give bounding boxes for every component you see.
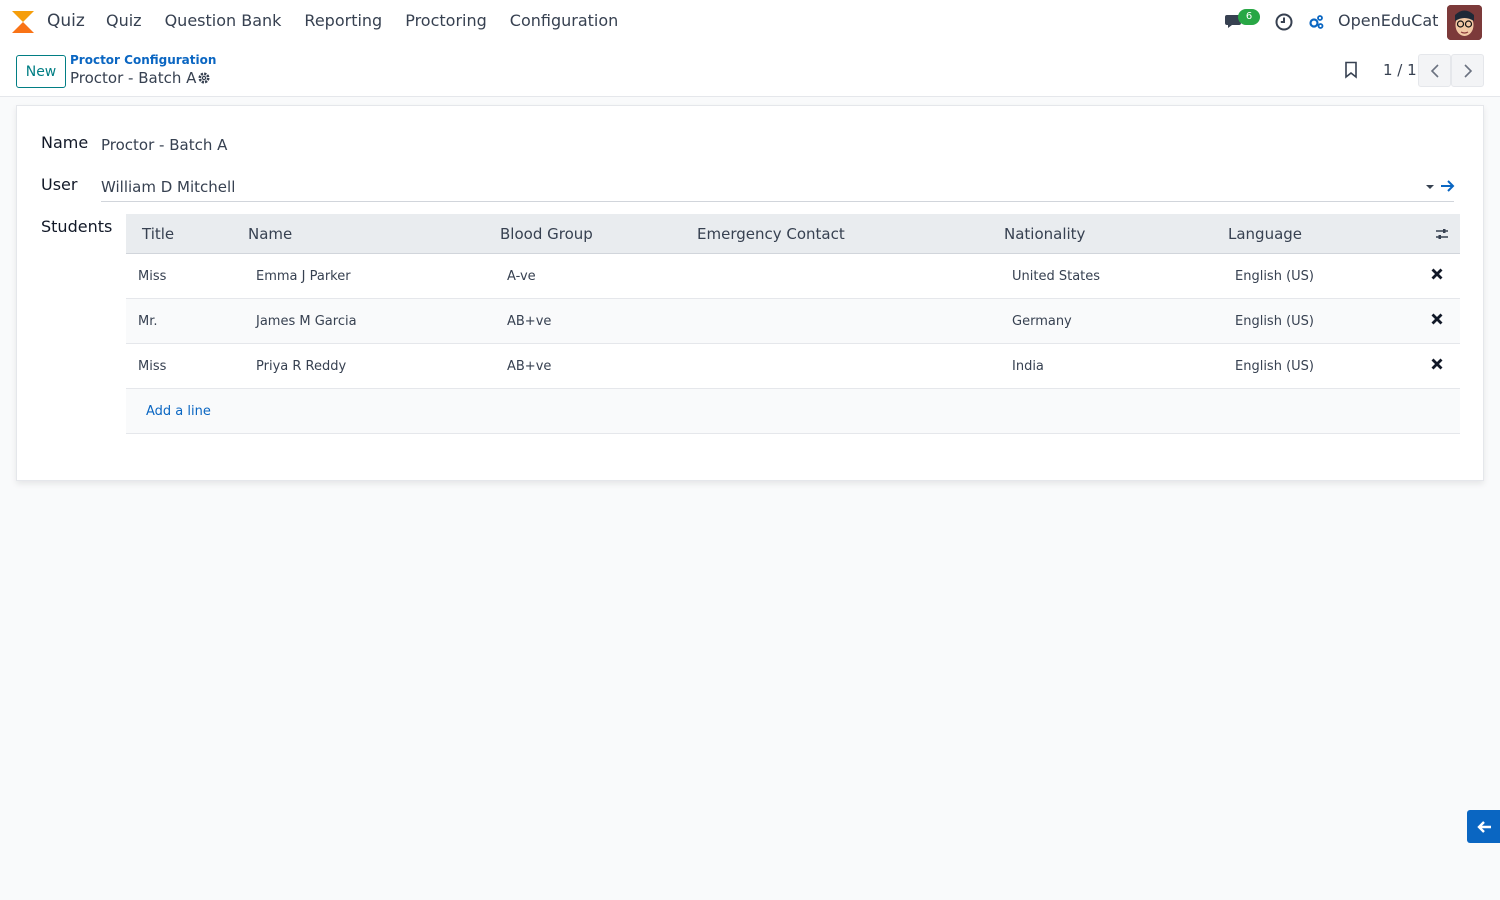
menu-item-question-bank[interactable]: Question Bank [165, 11, 282, 30]
column-settings-icon[interactable] [1434, 226, 1450, 242]
company-switcher[interactable]: OpenEduCat [1338, 11, 1438, 30]
name-field[interactable]: Proctor - Batch A [101, 136, 227, 154]
chevron-left-icon [1430, 63, 1439, 78]
column-header-nationality[interactable]: Nationality [1004, 225, 1085, 243]
table-row[interactable]: Miss Priya R Reddy AB+ve India English (… [126, 344, 1460, 389]
top-navbar: Quiz Quiz Question Bank Reporting Procto… [0, 0, 1500, 44]
delete-icon[interactable] [1430, 357, 1444, 371]
table-header: Title Name Blood Group Emergency Contact… [126, 214, 1460, 254]
cell-nationality: India [1012, 359, 1044, 374]
chatter-toggle-button[interactable] [1467, 810, 1500, 843]
user-field-underline [101, 201, 1454, 202]
cell-title: Miss [138, 359, 167, 374]
column-header-name[interactable]: Name [248, 225, 292, 243]
chat-badge: 6 [1238, 9, 1260, 25]
delete-icon[interactable] [1430, 267, 1444, 281]
breadcrumb-parent-link[interactable]: Proctor Configuration [70, 53, 216, 67]
menu-item-proctoring[interactable]: Proctoring [405, 11, 487, 30]
gear-icon[interactable] [197, 71, 211, 85]
user-avatar[interactable] [1447, 5, 1482, 40]
cell-language: English (US) [1235, 314, 1314, 329]
pager-next-button[interactable] [1451, 54, 1484, 87]
cell-blood-group: AB+ve [507, 359, 552, 374]
menu-item-configuration[interactable]: Configuration [510, 11, 619, 30]
main-menu: Quiz Question Bank Reporting Proctoring … [106, 11, 641, 30]
cell-name: James M Garcia [256, 314, 357, 329]
column-header-blood-group[interactable]: Blood Group [500, 225, 593, 243]
pager-previous-button[interactable] [1418, 54, 1451, 87]
table-row[interactable]: Mr. James M Garcia AB+ve Germany English… [126, 299, 1460, 344]
students-label: Students [41, 217, 113, 236]
table-body: Miss Emma J Parker A-ve United States En… [126, 254, 1460, 389]
quiz-logo-icon[interactable] [10, 9, 36, 35]
user-field[interactable]: William D Mitchell [101, 178, 235, 196]
new-button[interactable]: New [16, 55, 66, 88]
arrow-left-icon [1476, 820, 1491, 833]
dropdown-caret-icon[interactable] [1425, 183, 1435, 191]
bookmark-icon[interactable] [1343, 61, 1359, 79]
breadcrumb-current: Proctor - Batch A [70, 69, 197, 87]
menu-item-quiz[interactable]: Quiz [106, 11, 142, 30]
menu-item-reporting[interactable]: Reporting [304, 11, 382, 30]
table-row[interactable]: Miss Emma J Parker A-ve United States En… [126, 254, 1460, 299]
cell-nationality: Germany [1012, 314, 1072, 329]
cell-title: Miss [138, 269, 167, 284]
cell-nationality: United States [1012, 269, 1101, 284]
delete-icon[interactable] [1430, 312, 1444, 326]
cell-title: Mr. [138, 314, 158, 329]
cell-language: English (US) [1235, 359, 1314, 374]
column-header-title[interactable]: Title [142, 225, 174, 243]
add-line-row: Add a line [126, 389, 1460, 434]
column-header-emergency-contact[interactable]: Emergency Contact [697, 225, 845, 243]
user-label: User [41, 175, 78, 194]
app-name[interactable]: Quiz [47, 11, 85, 31]
pager-value[interactable]: 1 / 1 [1383, 61, 1417, 79]
column-header-language[interactable]: Language [1228, 225, 1302, 243]
debug-icon[interactable] [1308, 14, 1324, 30]
add-line-link[interactable]: Add a line [146, 404, 211, 419]
cell-name: Emma J Parker [256, 269, 351, 284]
chevron-right-icon [1463, 63, 1472, 78]
cell-language: English (US) [1235, 269, 1314, 284]
form-sheet: Name Proctor - Batch A User William D Mi… [16, 105, 1484, 481]
external-link-arrow-icon[interactable] [1440, 179, 1456, 193]
clock-icon[interactable] [1275, 13, 1293, 31]
cell-name: Priya R Reddy [256, 359, 347, 374]
name-label: Name [41, 133, 89, 152]
cell-blood-group: AB+ve [507, 314, 552, 329]
students-table: Title Name Blood Group Emergency Contact… [126, 214, 1460, 434]
control-panel: New Proctor Configuration Proctor - Batc… [0, 44, 1500, 97]
cell-blood-group: A-ve [507, 269, 536, 284]
